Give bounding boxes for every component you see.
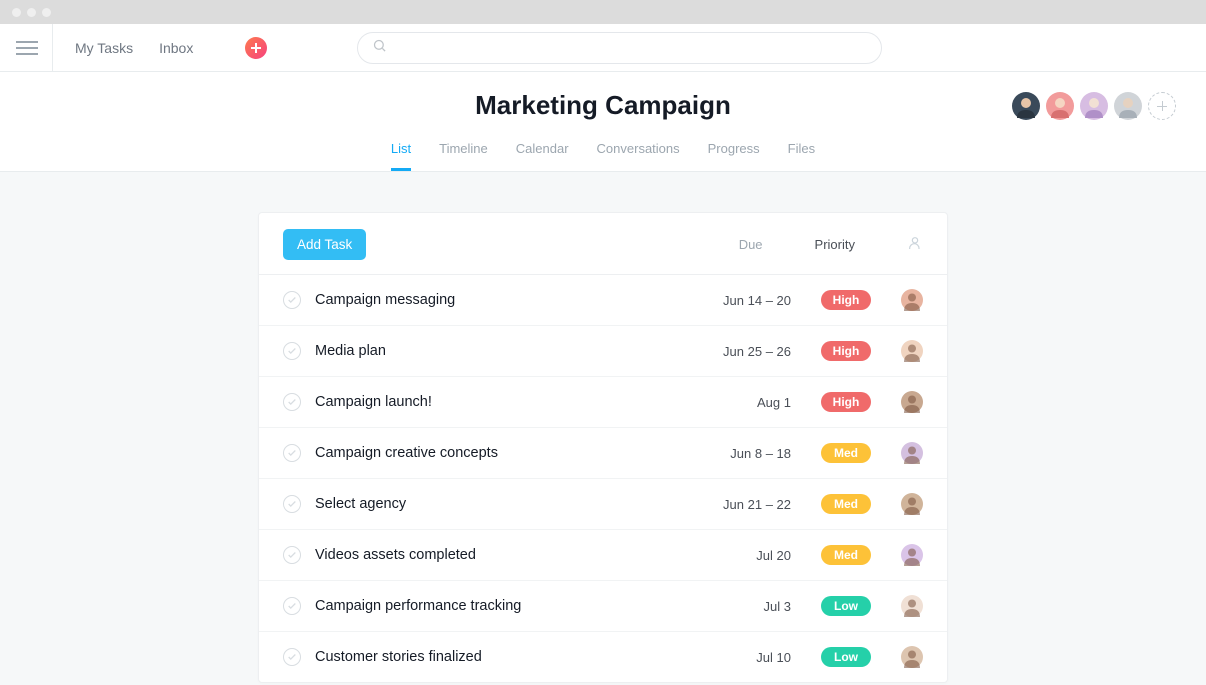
task-list: Campaign messagingJun 14 – 20HighMedia p…: [259, 275, 947, 682]
assignee-avatar[interactable]: [901, 493, 923, 515]
assignee-avatar[interactable]: [901, 391, 923, 413]
panel-header: Add Task Due Priority: [259, 213, 947, 275]
task-row[interactable]: Campaign creative conceptsJun 8 – 18 Med: [259, 428, 947, 479]
task-due: Aug 1: [671, 395, 791, 410]
tab-conversations[interactable]: Conversations: [597, 141, 680, 171]
complete-task-icon[interactable]: [283, 648, 301, 666]
assignee-avatar[interactable]: [901, 340, 923, 362]
project-members: [1012, 92, 1176, 120]
task-panel: Add Task Due Priority Campaign messaging…: [258, 212, 948, 683]
task-row[interactable]: Select agencyJun 21 – 22 Med: [259, 479, 947, 530]
tab-progress[interactable]: Progress: [708, 141, 760, 171]
tab-timeline[interactable]: Timeline: [439, 141, 488, 171]
priority-pill[interactable]: Med: [821, 545, 871, 565]
task-row[interactable]: Media planJun 25 – 26 High: [259, 326, 947, 377]
quick-add-button[interactable]: [245, 37, 267, 59]
add-task-button[interactable]: Add Task: [283, 229, 366, 260]
priority-pill[interactable]: High: [821, 341, 871, 361]
task-name[interactable]: Campaign launch!: [315, 394, 671, 410]
task-due: Jun 8 – 18: [671, 446, 791, 461]
task-due: Jul 20: [671, 548, 791, 563]
task-row[interactable]: Campaign launch!Aug 1 High: [259, 377, 947, 428]
task-row[interactable]: Customer stories finalizedJul 10 Low: [259, 632, 947, 682]
task-due: Jun 25 – 26: [671, 344, 791, 359]
complete-task-icon[interactable]: [283, 291, 301, 309]
column-headers: Due Priority: [739, 235, 923, 254]
divider: [52, 24, 53, 72]
project-header: Marketing Campaign ListTimelineCalendarC…: [0, 72, 1206, 172]
topbar: My Tasks Inbox: [0, 24, 1206, 72]
tab-files[interactable]: Files: [788, 141, 815, 171]
complete-task-icon[interactable]: [283, 342, 301, 360]
menu-icon[interactable]: [16, 37, 38, 59]
assignee-avatar[interactable]: [901, 646, 923, 668]
member-avatar[interactable]: [1114, 92, 1142, 120]
task-name[interactable]: Campaign messaging: [315, 292, 671, 308]
priority-pill[interactable]: High: [821, 392, 871, 412]
task-row[interactable]: Campaign messagingJun 14 – 20 High: [259, 275, 947, 326]
col-due[interactable]: Due: [739, 237, 763, 252]
complete-task-icon[interactable]: [283, 597, 301, 615]
assignee-avatar[interactable]: [901, 595, 923, 617]
complete-task-icon[interactable]: [283, 444, 301, 462]
assignee-avatar[interactable]: [901, 442, 923, 464]
nav-inbox[interactable]: Inbox: [159, 40, 193, 56]
project-tabs: List Timeline Calendar Conversations Progres…: [0, 141, 1206, 171]
task-due: Jun 21 – 22: [671, 497, 791, 512]
col-priority[interactable]: Priority: [815, 237, 855, 252]
window-dot-close[interactable]: [12, 8, 21, 17]
member-avatar[interactable]: [1046, 92, 1074, 120]
priority-pill[interactable]: Med: [821, 443, 871, 463]
window-chrome: [0, 0, 1206, 24]
assignee-avatar[interactable]: [901, 544, 923, 566]
task-due: Jul 10: [671, 650, 791, 665]
complete-task-icon[interactable]: [283, 495, 301, 513]
task-row[interactable]: Videos assets completedJul 20 Med: [259, 530, 947, 581]
member-avatar[interactable]: [1012, 92, 1040, 120]
nav-my-tasks[interactable]: My Tasks: [75, 40, 133, 56]
priority-pill[interactable]: Low: [821, 647, 871, 667]
task-due: Jul 3: [671, 599, 791, 614]
window-dot-zoom[interactable]: [42, 8, 51, 17]
task-name[interactable]: Videos assets completed: [315, 547, 671, 563]
priority-pill[interactable]: High: [821, 290, 871, 310]
tab-list[interactable]: List: [391, 141, 411, 171]
priority-pill[interactable]: Low: [821, 596, 871, 616]
assignee-avatar[interactable]: [901, 289, 923, 311]
task-name[interactable]: Customer stories finalized: [315, 649, 671, 665]
search-input[interactable]: [357, 32, 882, 64]
add-member-button[interactable]: [1148, 92, 1176, 120]
tab-calendar[interactable]: Calendar: [516, 141, 569, 171]
task-name[interactable]: Campaign performance tracking: [315, 598, 671, 614]
priority-pill[interactable]: Med: [821, 494, 871, 514]
task-due: Jun 14 – 20: [671, 293, 791, 308]
search-field[interactable]: [395, 40, 867, 56]
task-name[interactable]: Campaign creative concepts: [315, 445, 671, 461]
task-name[interactable]: Media plan: [315, 343, 671, 359]
complete-task-icon[interactable]: [283, 546, 301, 564]
task-name[interactable]: Select agency: [315, 496, 671, 512]
complete-task-icon[interactable]: [283, 393, 301, 411]
member-avatar[interactable]: [1080, 92, 1108, 120]
nav-links: My Tasks Inbox: [75, 37, 267, 59]
search-icon: [372, 38, 387, 58]
window-dot-minimize[interactable]: [27, 8, 36, 17]
task-row[interactable]: Campaign performance trackingJul 3 Low: [259, 581, 947, 632]
assignee-icon: [907, 235, 923, 254]
